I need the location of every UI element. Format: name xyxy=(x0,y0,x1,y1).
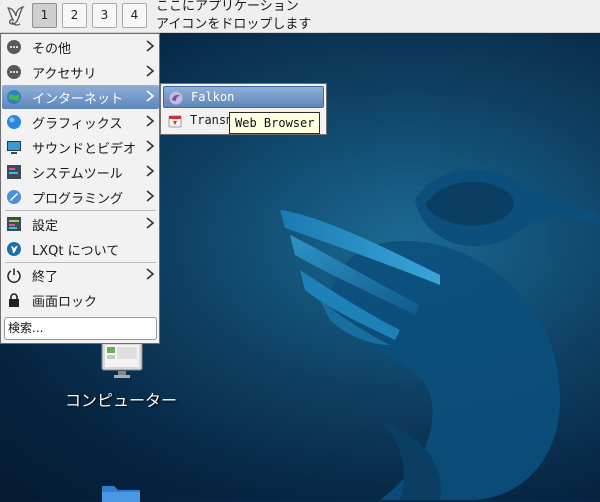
chevron-right-icon xyxy=(146,268,155,280)
computer-desktop-label[interactable]: コンピューター xyxy=(40,387,202,411)
menu-item-leave[interactable]: 終了 xyxy=(2,263,159,287)
menu-item-accessories[interactable]: アクセサリ xyxy=(2,60,159,84)
system-tools-icon xyxy=(7,165,21,179)
menu-item-lock-screen[interactable]: 画面ロック xyxy=(2,288,159,312)
desktop-switch-4[interactable]: 4 xyxy=(122,3,147,28)
falkon-icon xyxy=(169,91,183,105)
menu-item-label: インターネット xyxy=(32,92,124,107)
menu-item-graphics[interactable]: グラフィックス xyxy=(2,110,159,134)
chevron-right-icon xyxy=(146,65,155,77)
menu-item-label: システムツール xyxy=(32,167,123,182)
submenu-item-falkon[interactable]: Falkon xyxy=(163,86,324,108)
menu-item-label: LXQt について xyxy=(32,244,120,259)
menu-item-label: サウンドとビデオ xyxy=(32,142,137,157)
submenu-item-label: Falkon xyxy=(191,90,235,104)
chevron-right-icon xyxy=(146,115,155,127)
quicklaunch-drop-area[interactable]: ここにアプリケーション アイコンをドロップします xyxy=(156,0,311,34)
programming-icon xyxy=(7,190,21,204)
top-panel: 1 2 3 4 ここにアプリケーション アイコンをドロップします xyxy=(0,0,600,33)
desktop-switch-3[interactable]: 3 xyxy=(92,3,117,28)
settings-icon xyxy=(7,217,21,231)
other-icon xyxy=(7,40,21,54)
menu-item-label: 終了 xyxy=(32,270,59,285)
menu-item-about-lxqt[interactable]: LXQt について xyxy=(2,237,159,261)
start-menu-icon[interactable] xyxy=(3,3,29,29)
menu-item-label: グラフィックス xyxy=(32,117,123,132)
menu-item-other[interactable]: その他 xyxy=(2,35,159,59)
tooltip: Web Browser xyxy=(229,112,321,134)
transmission-icon xyxy=(168,115,182,128)
menu-separator xyxy=(5,210,156,211)
menu-item-internet[interactable]: インターネット xyxy=(2,85,159,109)
folder-desktop-icon[interactable] xyxy=(100,482,142,502)
menu-item-programming[interactable]: プログラミング xyxy=(2,185,159,209)
submenu-item-label: Transm xyxy=(190,113,234,127)
menu-item-label: アクセサリ xyxy=(32,67,97,82)
menu-item-system-tools[interactable]: システムツール xyxy=(2,160,159,184)
menu-search-input[interactable]: 検索... xyxy=(4,317,157,340)
lock-icon xyxy=(9,293,19,307)
menu-item-label: 画面ロック xyxy=(32,295,98,310)
menu-item-label: その他 xyxy=(32,42,72,57)
desktop-switch-1[interactable]: 1 xyxy=(32,3,57,28)
application-menu: その他 アクセサリ インターネット グラフィックス サウンドとビデオ システムツ… xyxy=(0,33,160,344)
chevron-right-icon xyxy=(146,140,155,152)
menu-item-label: プログラミング xyxy=(32,192,124,207)
desktop-switch-2[interactable]: 2 xyxy=(62,3,87,28)
accessories-icon xyxy=(7,65,21,79)
chevron-right-icon xyxy=(146,190,155,202)
chevron-right-icon xyxy=(146,90,155,102)
sound-video-icon xyxy=(7,141,21,154)
menu-item-settings[interactable]: 設定 xyxy=(2,212,159,236)
power-icon xyxy=(7,268,21,283)
internet-icon xyxy=(7,90,21,104)
chevron-right-icon xyxy=(146,165,155,177)
chevron-right-icon xyxy=(146,40,155,52)
menu-item-label: 設定 xyxy=(32,219,59,234)
chevron-right-icon xyxy=(146,217,155,229)
quicklaunch-hint-line2: アイコンをドロップします xyxy=(156,17,312,32)
computer-desktop-icon[interactable] xyxy=(100,340,145,380)
lxqt-about-icon xyxy=(7,242,21,256)
menu-item-sound-video[interactable]: サウンドとビデオ xyxy=(2,135,159,159)
quicklaunch-hint-line1: ここにアプリケーション xyxy=(156,0,299,14)
graphics-icon xyxy=(7,115,21,129)
